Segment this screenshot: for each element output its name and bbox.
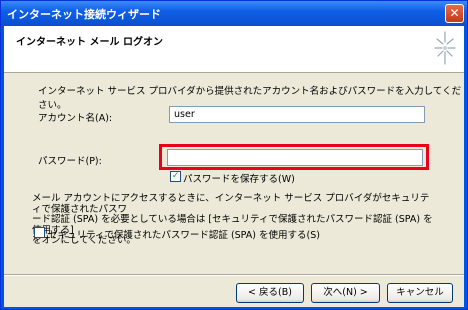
wizard-header: インターネット メール ログオン bbox=[4, 26, 464, 73]
window-title: インターネット接続ウィザード bbox=[7, 7, 161, 21]
password-label: パスワード(P): bbox=[38, 156, 102, 167]
close-button[interactable]: ✕ bbox=[445, 4, 464, 23]
remember-password-label: パスワードを保存する(W) bbox=[183, 174, 295, 185]
wizard-sparkle-icon bbox=[434, 31, 456, 65]
cancel-button[interactable]: キャンセル bbox=[387, 283, 453, 303]
title-bar: インターネット接続ウィザード ✕ bbox=[1, 1, 467, 26]
notice-line: メール アカウントにアクセスするときに、インターネット サービス プロバイダがセ… bbox=[32, 193, 430, 215]
page-title: インターネット メール ログオン bbox=[16, 37, 163, 48]
account-name-input[interactable]: user bbox=[169, 106, 425, 123]
separator bbox=[4, 274, 464, 276]
back-button[interactable]: < 戻る(B) bbox=[236, 283, 304, 303]
password-input[interactable] bbox=[167, 149, 423, 166]
dialog-body: インターネット メール ログオン インターネット サービス プロバイダから提供さ… bbox=[4, 26, 464, 307]
account-name-label: アカウント名(A): bbox=[38, 113, 113, 124]
spa-checkbox[interactable] bbox=[34, 227, 45, 238]
spa-label: セキュリティで保護されたパスワード認証 (SPA) を使用する(S) bbox=[48, 230, 320, 241]
remember-password-checkbox[interactable]: ✓ bbox=[170, 171, 181, 182]
next-button[interactable]: 次へ(N) > bbox=[311, 283, 380, 303]
wizard-window: インターネット接続ウィザード ✕ インターネット メール ログオン インターネッ… bbox=[0, 0, 468, 310]
